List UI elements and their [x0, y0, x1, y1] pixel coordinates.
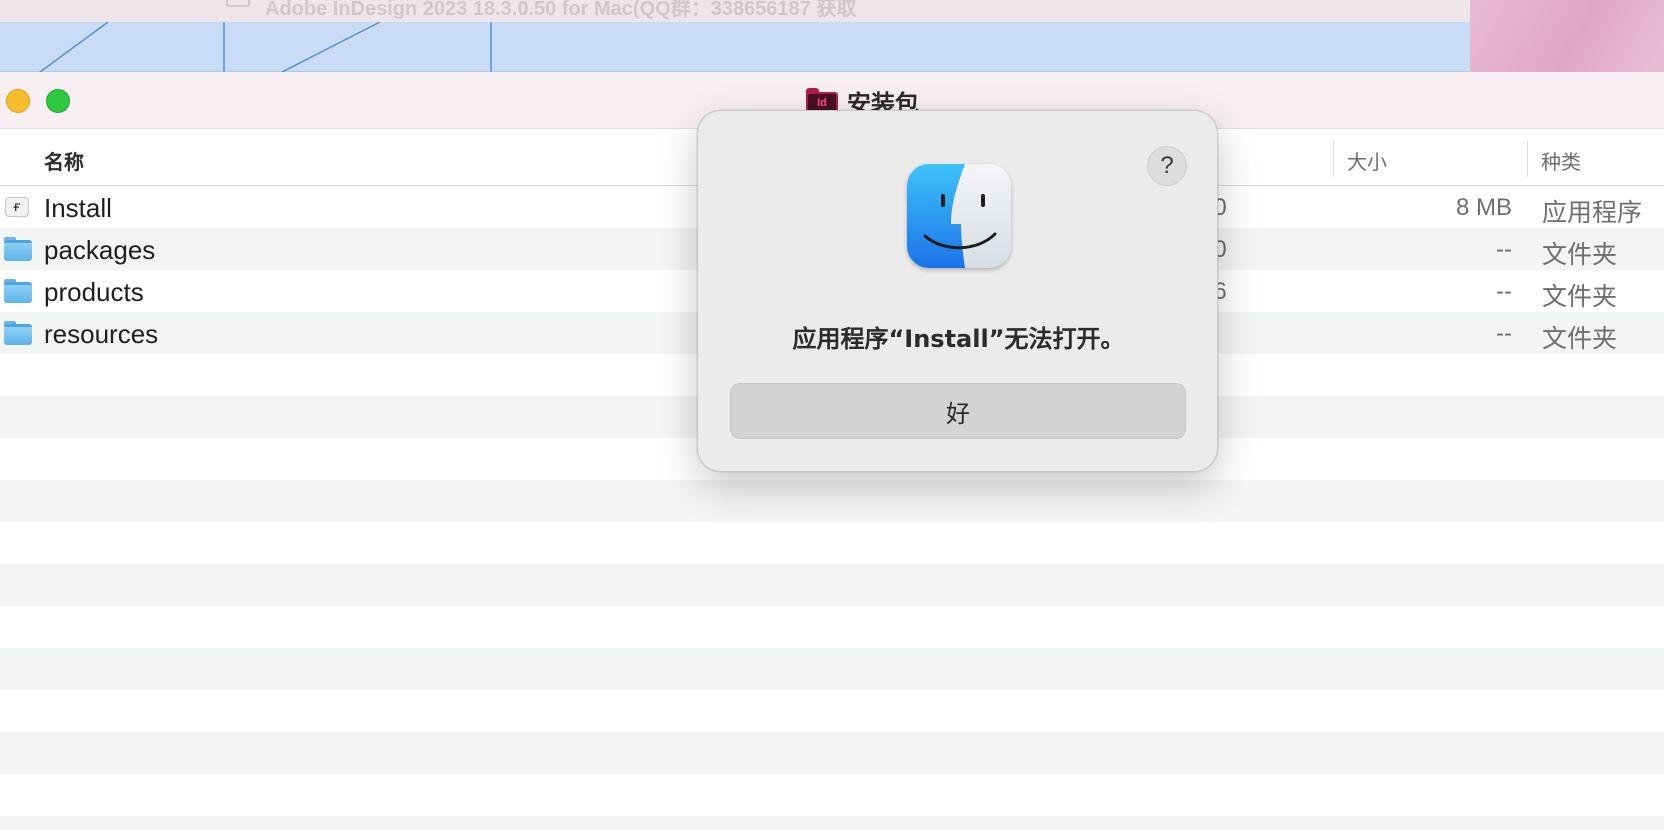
indesign-folder-icon-label: Id: [817, 97, 827, 109]
help-button[interactable]: ?: [1147, 146, 1187, 186]
folder-icon: [4, 321, 32, 345]
file-size: --: [1496, 236, 1512, 263]
folder-icon: [4, 237, 32, 261]
alert-dialog: ? 应用程序“Install”无法打开。 好: [697, 110, 1218, 472]
empty-row: [0, 606, 1664, 648]
file-kind: 文件夹: [1542, 324, 1618, 353]
empty-row: [0, 774, 1664, 816]
document-icon: [226, 0, 250, 7]
empty-row: [0, 732, 1664, 774]
finder-icon: [907, 164, 1011, 268]
file-name: products: [44, 277, 144, 307]
column-header-name[interactable]: 名称: [44, 146, 84, 175]
creative-cloud-installer-icon: ғ: [5, 197, 29, 217]
column-separator[interactable]: [1333, 141, 1334, 177]
background-window: Adobe InDesign 2023 18.3.0.50 for Mac(QQ…: [0, 0, 1470, 72]
file-kind: 应用程序: [1542, 198, 1643, 227]
file-size: --: [1496, 278, 1512, 305]
file-name: Install: [44, 193, 112, 223]
empty-row: [0, 522, 1664, 564]
empty-row: [0, 648, 1664, 690]
file-kind: 文件夹: [1542, 282, 1618, 311]
file-kind: 文件夹: [1542, 240, 1618, 269]
desktop-wallpaper: [1470, 0, 1664, 72]
alert-message: 应用程序“Install”无法打开。: [792, 325, 1125, 353]
background-window-content: [0, 22, 1470, 72]
background-window-title: Adobe InDesign 2023 18.3.0.50 for Mac(QQ…: [265, 0, 857, 20]
empty-row: [0, 480, 1664, 522]
empty-row: [0, 816, 1664, 830]
file-size: --: [1496, 320, 1512, 347]
minimize-button[interactable]: [6, 89, 30, 113]
column-separator[interactable]: [1527, 141, 1528, 177]
background-window-titlebar: Adobe InDesign 2023 18.3.0.50 for Mac(QQ…: [0, 0, 1470, 22]
zoom-button[interactable]: [46, 89, 70, 113]
column-header-kind[interactable]: 种类: [1541, 146, 1581, 175]
file-name: packages: [44, 235, 156, 265]
column-header-size[interactable]: 大小: [1347, 146, 1387, 175]
file-size: 8 MB: [1455, 194, 1512, 221]
creative-cloud-glyph: ғ: [13, 199, 21, 215]
empty-row: [0, 690, 1664, 732]
folder-icon: [4, 279, 32, 303]
empty-row: [0, 564, 1664, 606]
file-name: resources: [44, 319, 159, 349]
ok-button[interactable]: 好: [730, 383, 1186, 439]
